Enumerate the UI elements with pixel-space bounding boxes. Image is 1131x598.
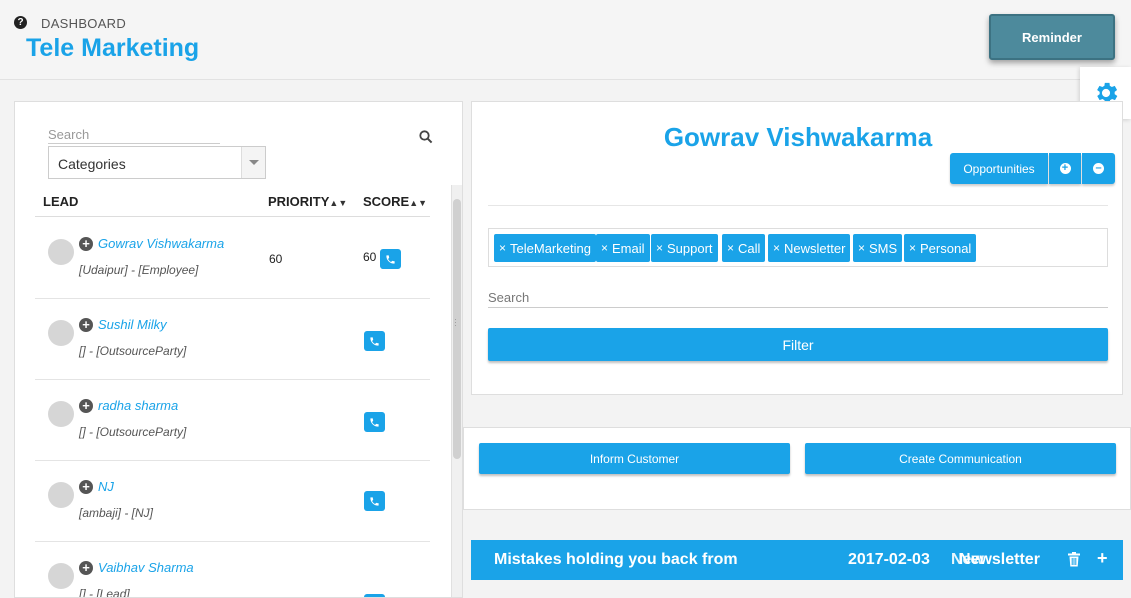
sort-icon: ▲▼ (329, 198, 348, 208)
lead-name[interactable]: Vaibhav Sharma (98, 560, 194, 575)
tag-label: Personal (920, 240, 972, 256)
priority-header-label: PRIORITY (268, 194, 330, 209)
avatar (48, 563, 74, 589)
tag-label: Email (612, 240, 645, 256)
detail-search-input[interactable]: Search (488, 290, 1108, 308)
avatar (48, 401, 74, 427)
lead-row[interactable]: + radha sharma [] - [OutsourceParty] (35, 380, 430, 461)
add-icon[interactable]: + (79, 399, 93, 413)
lead-name[interactable]: Gowrav Vishwakarma (98, 236, 224, 251)
lead-row[interactable]: + Sushil Milky [] - [OutsourceParty] (35, 299, 430, 380)
category-select-value: Categories (58, 156, 126, 172)
inform-customer-button[interactable]: Inform Customer (479, 443, 790, 474)
minus-circle-icon: – (1093, 163, 1104, 174)
lead-location: [] - [Lead] (79, 587, 130, 598)
remove-tag-icon[interactable]: × (909, 241, 916, 255)
remove-tag-icon[interactable]: × (499, 241, 506, 255)
communication-row[interactable]: Mistakes holding you back from 2017-02-0… (471, 540, 1123, 580)
leads-scrollbar[interactable] (451, 185, 462, 597)
lead-detail-name: Gowrav Vishwakarma (663, 122, 933, 152)
sort-icon: ▲▼ (409, 198, 428, 208)
tag-label: Call (738, 240, 761, 256)
communication-title: Mistakes holding you back from (494, 551, 738, 568)
tag-telemarketing[interactable]: × TeleMarketing (494, 234, 596, 262)
add-icon[interactable]: + (79, 318, 93, 332)
tag-label: SMS (869, 240, 898, 256)
help-icon[interactable]: ? (14, 16, 27, 29)
lead-name[interactable]: NJ (98, 479, 114, 494)
search-icon[interactable] (419, 130, 433, 144)
tag-personal[interactable]: × Personal (904, 234, 977, 262)
avatar (48, 320, 74, 346)
remove-tag-icon[interactable]: × (858, 241, 865, 255)
add-icon[interactable]: + (1097, 548, 1108, 569)
lead-detail-panel: Gowrav Vishwakarma Opportunities + – × Te… (471, 101, 1123, 395)
add-icon[interactable]: + (79, 480, 93, 494)
lead-location: [] - [OutsourceParty] (79, 344, 187, 358)
chevron-down-icon (241, 147, 265, 178)
tag-label: TeleMarketing (510, 240, 591, 256)
tag-support[interactable]: × Support (651, 234, 718, 262)
actions-panel: Inform Customer Create Communication (463, 427, 1131, 510)
tag-email[interactable]: × Email (596, 234, 650, 262)
remove-tag-icon[interactable]: × (601, 241, 608, 255)
tag-label: Newsletter (784, 240, 846, 256)
tag-call[interactable]: × Call (722, 234, 766, 262)
remove-tag-icon[interactable]: × (773, 241, 780, 255)
phone-icon (370, 417, 379, 427)
lead-row[interactable]: + Gowrav Vishwakarma [Udaipur] - [Employ… (35, 218, 430, 299)
tag-filter-input[interactable]: × TeleMarketing × Email × Support × Call × Ne… (488, 228, 1108, 267)
call-button[interactable] (364, 331, 385, 351)
call-button[interactable] (380, 249, 401, 269)
phone-icon (386, 254, 395, 264)
panel-resize-handle[interactable]: · · · (454, 315, 457, 330)
add-icon[interactable]: + (79, 561, 93, 575)
lead-name[interactable]: Sushil Milky (98, 317, 167, 332)
lead-location: [] - [OutsourceParty] (79, 425, 187, 439)
divider (488, 205, 1108, 206)
tag-newsletter[interactable]: × Newsletter (768, 234, 851, 262)
lead-location: [ambaji] - [NJ] (79, 506, 154, 520)
avatar (48, 239, 74, 265)
breadcrumb[interactable]: DASHBOARD (41, 16, 126, 31)
communication-date: 2017-02-03 (848, 551, 930, 568)
lead-name[interactable]: radha sharma (98, 398, 178, 413)
reminder-button[interactable]: Reminder (989, 14, 1115, 60)
lead-location: [Udaipur] - [Employee] (79, 263, 199, 277)
score-header-label: SCORE (363, 194, 410, 209)
column-header-lead[interactable]: LEAD (43, 194, 78, 209)
column-header-score[interactable]: SCORE▲▼ (363, 194, 427, 209)
lead-score: 60 (363, 250, 377, 264)
top-bar: ? DASHBOARD Tele Marketing Reminder (0, 0, 1131, 80)
add-icon[interactable]: + (79, 237, 93, 251)
call-button[interactable] (364, 412, 385, 432)
call-button[interactable] (364, 594, 385, 597)
lead-search-input[interactable]: Search (48, 127, 220, 144)
lead-row[interactable]: + NJ [ambaji] - [NJ] (35, 461, 430, 542)
leads-panel: Search Categories LEAD PRIORITY▲▼ SCORE▲… (14, 101, 463, 598)
category-select[interactable]: Categories (48, 146, 266, 179)
tag-label: Support (667, 240, 713, 256)
plus-circle-icon: + (1059, 163, 1071, 174)
remove-tag-icon[interactable]: × (727, 241, 734, 255)
phone-icon (370, 496, 379, 506)
lead-priority: 60 (269, 252, 283, 266)
call-button[interactable] (364, 491, 385, 511)
header-divider (35, 216, 430, 217)
add-opportunity-button[interactable]: + (1049, 153, 1081, 184)
opportunities-button[interactable]: Opportunities (950, 153, 1048, 184)
create-communication-button[interactable]: Create Communication (805, 443, 1116, 474)
remove-opportunity-button[interactable]: – (1082, 153, 1115, 184)
tag-sms[interactable]: × SMS (853, 234, 903, 262)
column-header-priority[interactable]: PRIORITY▲▼ (268, 194, 347, 209)
remove-tag-icon[interactable]: × (656, 241, 663, 255)
page-title: Tele Marketing (26, 34, 200, 62)
filter-button[interactable]: Filter (488, 328, 1108, 361)
avatar (48, 482, 74, 508)
lead-row[interactable]: + Vaibhav Sharma [] - [Lead] (35, 542, 430, 598)
trash-icon[interactable] (1068, 552, 1080, 567)
phone-icon (370, 336, 379, 346)
communication-type: Newsletter (959, 551, 1040, 568)
